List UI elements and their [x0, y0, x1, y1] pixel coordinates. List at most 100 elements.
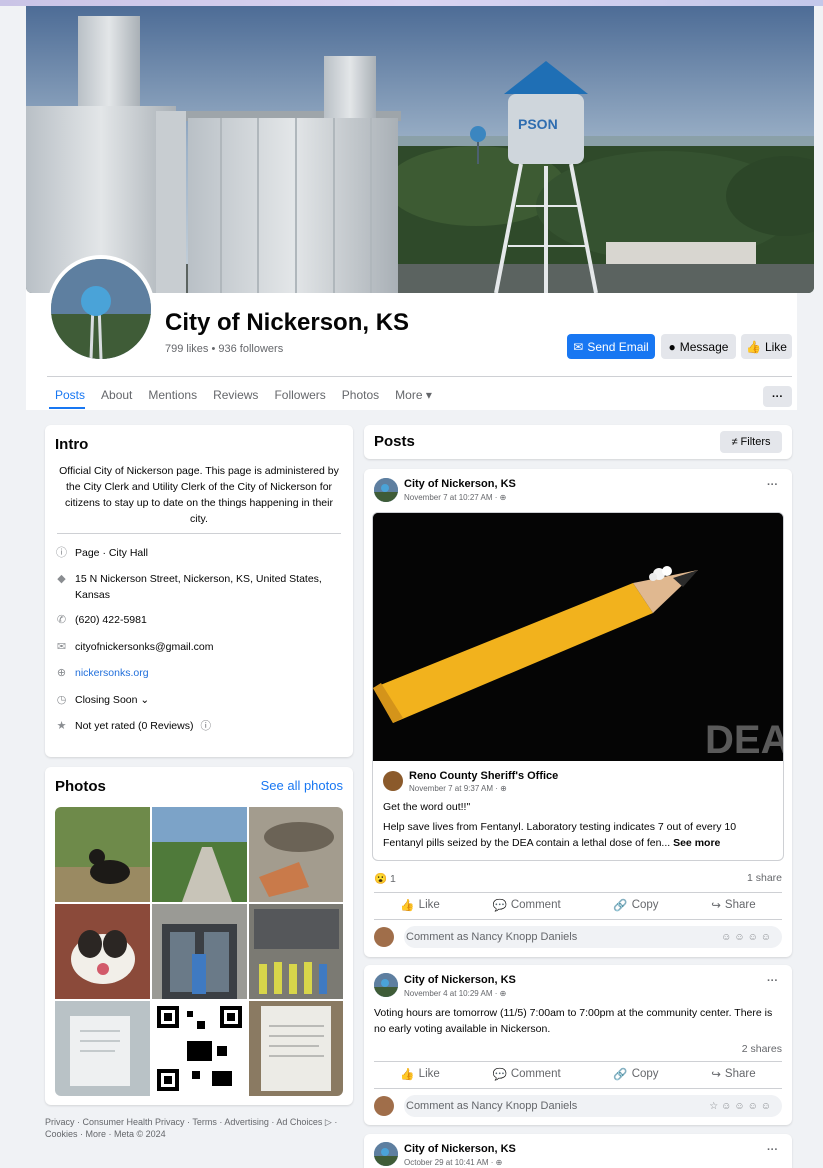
profile-avatar[interactable] [47, 255, 155, 363]
globe-icon: ⊕ [56, 666, 67, 679]
tab-posts[interactable]: Posts [47, 388, 93, 408]
comment-emoji-icons[interactable]: ☆☺☺☺☺ [709, 1101, 774, 1112]
comment-composer: Comment as Nancy Knopp Daniels ☺☺☺☺ [374, 925, 782, 949]
info-phone[interactable]: ✆ (620) 422-5981 [55, 612, 347, 628]
share-action-label: Share [724, 899, 756, 911]
like-action-button[interactable]: 👍 Like [400, 1067, 439, 1081]
comment-action-button[interactable]: 💬 Comment [492, 898, 560, 912]
info-category-text: Page · City Hall [75, 547, 148, 559]
shared-timestamp[interactable]: November 7 at 9:37 AM · ⊕ [409, 784, 507, 793]
info-hours[interactable]: ◷ Closing Soon ⌄ [55, 692, 347, 708]
share-count[interactable]: 1 share [747, 872, 782, 885]
rating-info-icon[interactable]: ⓘ [200, 718, 211, 734]
like-label: Like [764, 339, 787, 354]
photo-thumbnail[interactable] [249, 807, 343, 902]
info-email[interactable]: ✉ cityofnickersonks@gmail.com [55, 639, 347, 655]
shared-author-avatar[interactable] [383, 771, 403, 791]
post-author[interactable]: City of Nickerson, KS [404, 478, 516, 490]
shared-post[interactable]: DEA Reno County Sheriff's Office Novembe… [372, 512, 784, 861]
intro-card: Intro Official City of Nickerson page. T… [45, 425, 353, 757]
photo-thumbnail[interactable] [152, 904, 247, 999]
cover-photo[interactable]: PSON [26, 6, 814, 293]
comment-placeholder: Comment as Nancy Knopp Daniels [406, 931, 578, 943]
share-count[interactable]: 2 shares [742, 1043, 782, 1055]
photo-thumbnail[interactable] [55, 807, 150, 902]
shared-author[interactable]: Reno County Sheriff's Office [409, 770, 558, 782]
like-action-button[interactable]: 👍 Like [400, 898, 439, 912]
info-website[interactable]: ⊕ nickersonks.org [55, 665, 347, 681]
comment-action-label: Comment [510, 899, 561, 911]
thumbs-up-icon: 👍 [400, 900, 415, 912]
header-divider [47, 376, 792, 377]
like-page-button[interactable]: 👍 Like [741, 334, 792, 359]
photo-thumbnail[interactable] [55, 904, 150, 999]
copy-action-button[interactable]: 🔗 Copy [613, 898, 658, 912]
post-timestamp[interactable]: October 29 at 10:41 AM · ⊕ [404, 1158, 502, 1167]
share-action-label: Share [724, 1068, 756, 1080]
photo-thumbnail[interactable] [152, 807, 247, 902]
clock-icon: ◷ [56, 693, 67, 706]
photo-thumbnail[interactable] [249, 1001, 343, 1096]
info-address[interactable]: ◆ 15 N Nickerson Street, Nickerson, KS, … [55, 571, 347, 603]
post-options-icon[interactable]: ··· [767, 975, 778, 987]
post-card: City of Nickerson, KS November 4 at 10:2… [364, 965, 792, 1125]
email-icon: ✉ [56, 640, 67, 653]
shared-post-image[interactable]: DEA [373, 513, 783, 761]
commenter-avatar [374, 1096, 394, 1116]
post-card: City of Nickerson, KS October 29 at 10:4… [364, 1134, 792, 1168]
tab-reviews[interactable]: Reviews [205, 388, 266, 408]
page-title: City of Nickerson, KS [165, 309, 410, 336]
footer-links[interactable]: Privacy · Consumer Health Privacy · Term… [45, 1116, 345, 1140]
post-options-icon[interactable]: ··· [767, 479, 778, 491]
thumbs-up-icon: 👍 [400, 1069, 415, 1081]
post-author-avatar[interactable] [374, 478, 398, 502]
like-action-label: Like [418, 899, 440, 911]
post-timestamp[interactable]: November 4 at 10:29 AM · ⊕ [404, 989, 506, 998]
photo-grid [55, 807, 343, 1096]
comment-input[interactable]: Comment as Nancy Knopp Daniels ☺☺☺☺ [404, 926, 782, 948]
message-button[interactable]: ● Message [661, 334, 736, 359]
photo-thumbnail[interactable] [249, 904, 343, 999]
comment-icon: 💬 [492, 1069, 507, 1081]
tab-photos[interactable]: Photos [334, 388, 387, 408]
copy-action-button[interactable]: 🔗 Copy [613, 1067, 658, 1081]
see-more-link[interactable]: See more [673, 837, 720, 849]
photo-thumbnail[interactable] [55, 1001, 150, 1096]
filters-button[interactable]: ≠ Filters [720, 431, 782, 453]
more-options-button[interactable]: ··· [763, 386, 792, 407]
post-author[interactable]: City of Nickerson, KS [404, 974, 516, 986]
comment-emoji-icons[interactable]: ☺☺☺☺ [721, 932, 774, 943]
posts-header-card: Posts ≠ Filters [364, 425, 792, 459]
share-action-button[interactable]: ↪ Share [711, 1067, 755, 1081]
facebook-page: PSON City of Nickerson, KS 799 likes • 9… [0, 0, 823, 1168]
comment-action-button[interactable]: 💬 Comment [492, 1067, 560, 1081]
post-options-icon[interactable]: ··· [767, 1144, 778, 1156]
info-website-link[interactable]: nickersonks.org [75, 665, 149, 681]
shared-text-body: Help save lives from Fentanyl. Laborator… [383, 819, 775, 851]
commenter-avatar [374, 927, 394, 947]
share-icon: ↪ [711, 900, 721, 912]
tab-mentions[interactable]: Mentions [140, 388, 205, 408]
tab-about[interactable]: About [93, 388, 140, 408]
active-tab-indicator [49, 407, 85, 409]
post-timestamp[interactable]: November 7 at 10:27 AM · ⊕ [404, 493, 506, 502]
share-action-button[interactable]: ↪ Share [711, 898, 755, 912]
tab-followers[interactable]: Followers [266, 388, 333, 408]
link-icon: 🔗 [613, 1069, 628, 1081]
info-rating: ★ Not yet rated (0 Reviews) ⓘ [55, 718, 347, 734]
tab-more[interactable]: More ▾ [387, 388, 440, 408]
post-author[interactable]: City of Nickerson, KS [404, 1143, 516, 1155]
reaction-count[interactable]: 😮 1 [374, 872, 396, 885]
share-icon: ↪ [711, 1069, 721, 1081]
post-author-avatar[interactable] [374, 1142, 398, 1166]
post-author-avatar[interactable] [374, 973, 398, 997]
page-stats[interactable]: 799 likes • 936 followers [165, 343, 283, 355]
comment-input[interactable]: Comment as Nancy Knopp Daniels ☆☺☺☺☺ [404, 1095, 782, 1117]
info-phone-text: (620) 422-5981 [75, 614, 147, 626]
send-email-button[interactable]: ✉ Send Email [567, 334, 655, 359]
info-rating-text: Not yet rated (0 Reviews) [75, 720, 194, 732]
posts-title: Posts [374, 433, 415, 450]
photo-thumbnail[interactable] [152, 1001, 247, 1096]
see-all-photos-link[interactable]: See all photos [261, 778, 343, 793]
link-icon: 🔗 [613, 900, 628, 912]
